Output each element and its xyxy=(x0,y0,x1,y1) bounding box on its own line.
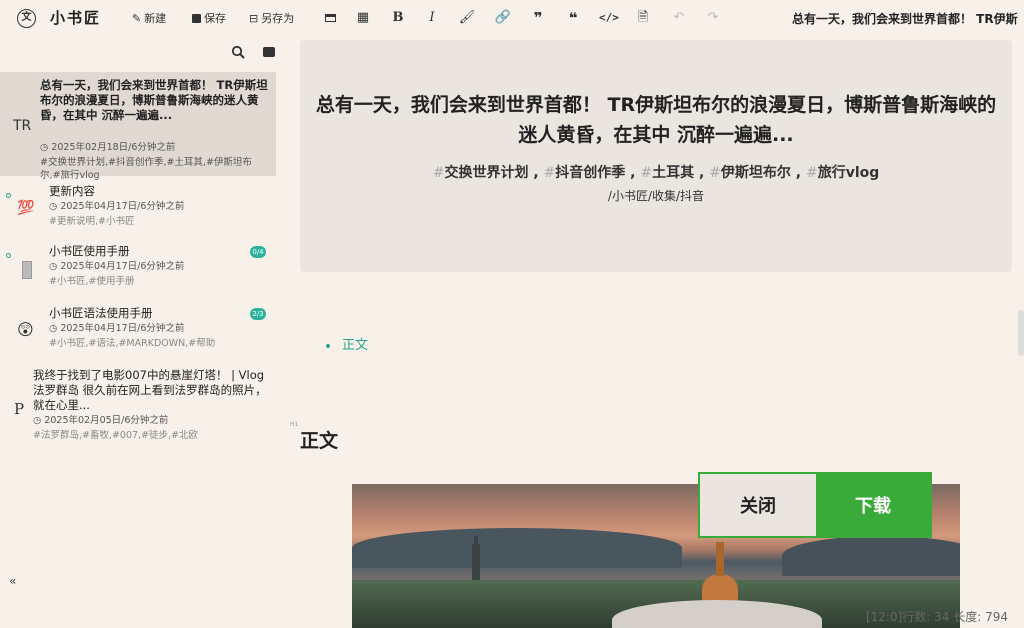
hundred-emoji-icon: 💯 xyxy=(17,200,35,216)
surprised-emoji-icon: 😲 xyxy=(17,320,34,339)
note-thumb-icon: TR xyxy=(13,118,32,134)
note-thumb-icon: P xyxy=(14,400,25,418)
collapse-sidebar-icon[interactable]: « xyxy=(9,574,16,588)
search-icon[interactable] xyxy=(231,45,245,59)
note-title: 更新内容 xyxy=(49,184,95,198)
clock-icon: ◷ xyxy=(49,261,61,272)
clock-icon: ◷ xyxy=(33,415,45,426)
sidebar: TR 总有一天，我们会来到世界首都！ TR伊斯坦布尔的浪漫夏日，博斯普鲁斯海峡的… xyxy=(0,36,284,628)
note-time: ◷ 2025年02月18日/6分钟之前 xyxy=(40,142,176,153)
note-title: 我终于找到了电影007中的悬崖灯塔！ | Vlog 法罗群岛 很久前在网上看到法… xyxy=(33,368,267,412)
toc-item[interactable]: 正文 xyxy=(326,334,368,353)
download-button[interactable]: 下载 xyxy=(816,474,930,536)
brush-icon[interactable]: 🖌 xyxy=(458,9,476,27)
tag[interactable]: 交换世界计划 xyxy=(444,165,528,181)
note-time: ◷ 2025年04月17日/6分钟之前 xyxy=(49,323,185,334)
list-item[interactable]: 小书匠使用手册 0/4 ◷ 2025年04月17日/6分钟之前 #小书匠,#使用… xyxy=(0,244,276,300)
note-tags: #更新说明,#小书匠 xyxy=(49,216,135,227)
download-dialog: 关闭 下载 xyxy=(698,472,932,538)
save-as-button[interactable]: ⊟ 另存为 xyxy=(249,10,294,26)
list-item[interactable]: TR 总有一天，我们会来到世界首都！ TR伊斯坦布尔的浪漫夏日，博斯普鲁斯海峡的… xyxy=(0,72,276,181)
list-item[interactable]: 💯 更新内容 ◷ 2025年04月17日/6分钟之前 #更新说明,#小书匠 xyxy=(0,184,276,236)
italic-icon[interactable]: I xyxy=(423,9,441,27)
note-tags: #法罗群岛,#畜牧,#007,#徒步,#北欧 xyxy=(33,430,199,441)
link-icon[interactable]: 🔗 xyxy=(494,9,512,27)
tag[interactable]: 土耳其 xyxy=(652,165,694,181)
scrollbar-thumb[interactable] xyxy=(1018,310,1024,356)
banner-tags: #交换世界计划 , #抖音创作季 , #土耳其 , #伊斯坦布尔 , #旅行vl… xyxy=(432,165,880,181)
note-tags: #交换世界计划,#抖音创作季,#土耳其,#伊斯坦布尔,#旅行vlog xyxy=(40,157,252,181)
app-name: 小书匠 xyxy=(50,9,102,27)
heading-marker: H1 xyxy=(290,421,299,428)
toolbar: 文 小书匠 ✎ 新建 保存 ⊟ 另存为 ▦ B I 🖌 🔗 ❞ ❝ </> 🗎 … xyxy=(0,0,1024,36)
undo-icon[interactable]: ↶ xyxy=(670,9,688,27)
banner-path[interactable]: /小书匠/收集/抖音 xyxy=(300,187,1012,204)
note-title: 小书匠语法使用手册 xyxy=(49,306,153,320)
grid-icon[interactable]: ▦ xyxy=(354,9,372,27)
file-icon[interactable]: 🗎 xyxy=(634,9,652,27)
task-badge: 0/4 xyxy=(250,246,266,258)
note-time: ◷ 2025年04月17日/6分钟之前 xyxy=(49,261,185,272)
note-title: 总有一天，我们会来到世界首都！ TR伊斯坦布尔的浪漫夏日，博斯普鲁斯海峡的迷人黄… xyxy=(40,78,268,122)
note-tags: #小书匠,#语法,#MARKDOWN,#帮助 xyxy=(49,338,216,349)
save-icon xyxy=(192,13,201,23)
save-button[interactable]: 保存 xyxy=(192,10,226,26)
tag[interactable]: 抖音创作季 xyxy=(555,165,625,181)
briefcase-icon[interactable] xyxy=(263,47,275,57)
close-button[interactable]: 关闭 xyxy=(700,474,816,536)
edit-icon: ✎ xyxy=(132,11,142,25)
code-icon[interactable]: </> xyxy=(599,9,619,27)
note-time: ◷ 2025年04月17日/6分钟之前 xyxy=(49,201,185,212)
card-icon[interactable] xyxy=(321,9,339,27)
note-tags: #小书匠,#使用手册 xyxy=(49,276,135,287)
quote-left-icon[interactable]: ❝ xyxy=(564,9,582,27)
clock-icon: ◷ xyxy=(40,142,52,153)
tag[interactable]: 伊斯坦布尔 xyxy=(721,165,791,181)
banner-title: 总有一天，我们会来到世界首都！ TR伊斯坦布尔的浪漫夏日，博斯普鲁斯海峡的迷人黄… xyxy=(315,94,997,146)
clock-icon: ◷ xyxy=(49,201,61,212)
note-banner: 总有一天，我们会来到世界首都！ TR伊斯坦布尔的浪漫夏日，博斯普鲁斯海峡的迷人黄… xyxy=(300,40,1012,272)
status-bar: [12:0]行数: 34 长度: 794 xyxy=(865,610,1008,624)
logo-icon[interactable]: 文 xyxy=(17,9,36,28)
bold-icon[interactable]: B xyxy=(389,9,407,27)
document-title: 总有一天，我们会来到世界首都！ TR伊斯 xyxy=(792,12,1018,26)
tag[interactable]: 旅行vlog xyxy=(818,165,880,181)
quote-right-icon[interactable]: ❞ xyxy=(529,9,547,27)
manual-thumb-icon xyxy=(22,261,32,279)
list-item[interactable]: P 我终于找到了电影007中的悬崖灯塔！ | Vlog 法罗群岛 很久前在网上看… xyxy=(0,366,276,446)
redo-icon[interactable]: ↷ xyxy=(704,9,722,27)
drive-icon: ⊟ xyxy=(249,11,259,25)
list-item[interactable]: 😲 小书匠语法使用手册 2/3 ◷ 2025年04月17日/6分钟之前 #小书匠… xyxy=(0,306,276,366)
section-heading: 正文 xyxy=(300,430,339,452)
clock-icon: ◷ xyxy=(49,323,61,334)
new-button[interactable]: ✎ 新建 xyxy=(132,10,166,26)
note-title: 小书匠使用手册 xyxy=(49,244,130,258)
task-badge: 2/3 xyxy=(250,308,266,320)
note-time: ◷ 2025年02月05日/6分钟之前 xyxy=(33,415,169,426)
